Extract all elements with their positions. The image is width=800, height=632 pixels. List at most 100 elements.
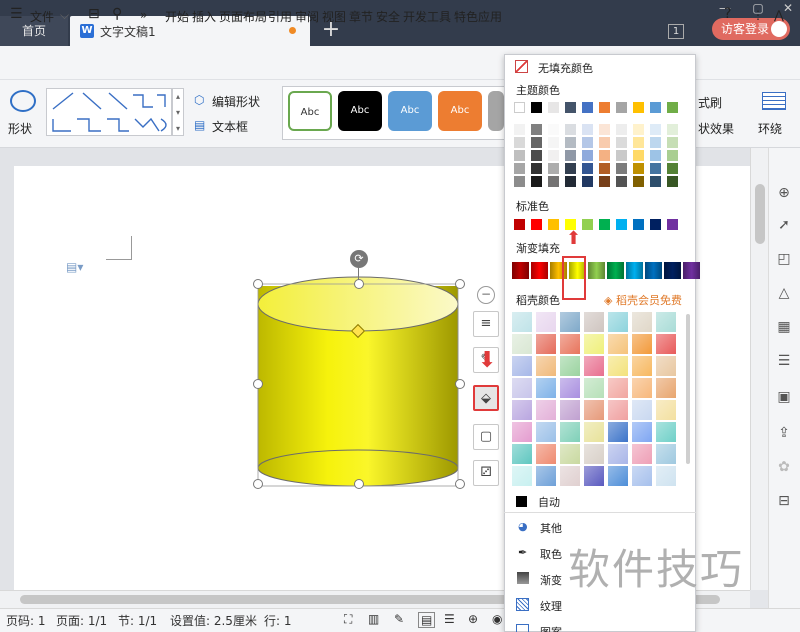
theme-shade-swatch[interactable] bbox=[599, 150, 610, 161]
daoke-color-swatch[interactable] bbox=[632, 444, 652, 464]
share-icon[interactable]: ⇪ bbox=[775, 424, 793, 442]
gradient-fill-swatch[interactable] bbox=[683, 262, 700, 279]
style-black[interactable]: Abc bbox=[338, 91, 382, 131]
gradient-fill-swatch[interactable] bbox=[531, 262, 548, 279]
more-options-icon[interactable]: ⋮ bbox=[752, 8, 764, 22]
daoke-color-swatch[interactable] bbox=[584, 444, 604, 464]
theme-shade-swatch[interactable] bbox=[650, 137, 661, 148]
shape-button[interactable]: 形状 bbox=[8, 120, 32, 137]
daoke-color-swatch[interactable] bbox=[584, 378, 604, 398]
menu-reference[interactable]: 引用 bbox=[268, 8, 292, 25]
theme-shade-swatch[interactable] bbox=[633, 137, 644, 148]
daoke-color-swatch[interactable] bbox=[656, 466, 676, 486]
menu-chapter[interactable]: 章节 bbox=[349, 8, 373, 25]
standard-color-swatch[interactable] bbox=[633, 219, 644, 230]
table-icon[interactable]: ▦ bbox=[775, 318, 793, 336]
edit-shape-button[interactable]: 编辑形状 bbox=[212, 93, 260, 110]
theme-shade-swatch[interactable] bbox=[565, 150, 576, 161]
theme-color-swatch[interactable] bbox=[616, 102, 627, 113]
daoke-color-swatch[interactable] bbox=[536, 466, 556, 486]
pen-icon[interactable]: ✎ bbox=[394, 612, 404, 626]
standard-color-swatch[interactable] bbox=[667, 219, 678, 230]
other-colors-option[interactable]: 其他 bbox=[540, 520, 562, 536]
theme-shade-swatch[interactable] bbox=[633, 150, 644, 161]
standard-color-swatch[interactable] bbox=[514, 219, 525, 230]
gradient-fill-swatch[interactable] bbox=[588, 262, 605, 279]
daoke-color-swatch[interactable] bbox=[584, 356, 604, 376]
outline-view-icon[interactable]: ☰ bbox=[444, 612, 455, 626]
text-box-button[interactable]: 文本框 bbox=[212, 118, 248, 135]
text-box-icon[interactable]: ▤ bbox=[194, 118, 205, 132]
daoke-color-swatch[interactable] bbox=[632, 466, 652, 486]
theme-shade-swatch[interactable] bbox=[650, 176, 661, 187]
theme-color-swatch[interactable] bbox=[514, 102, 525, 113]
theme-shade-swatch[interactable] bbox=[548, 150, 559, 161]
menu-insert[interactable]: 插入 bbox=[192, 8, 216, 25]
resize-handle[interactable] bbox=[253, 279, 263, 289]
gradient-fill-swatch[interactable] bbox=[645, 262, 662, 279]
theme-shade-swatch[interactable] bbox=[531, 124, 542, 135]
daoke-color-swatch[interactable] bbox=[584, 312, 604, 332]
resize-handle[interactable] bbox=[455, 479, 465, 489]
hamburger-icon[interactable]: ☰ bbox=[10, 6, 23, 22]
more-icon[interactable]: » bbox=[140, 8, 147, 22]
shape-effect-button[interactable]: 状效果 bbox=[698, 120, 734, 137]
theme-shade-swatch[interactable] bbox=[633, 124, 644, 135]
daoke-color-swatch[interactable] bbox=[536, 378, 556, 398]
gradient-fill-swatch[interactable] bbox=[626, 262, 643, 279]
theme-shade-swatch[interactable] bbox=[667, 137, 678, 148]
daoke-color-swatch[interactable] bbox=[608, 334, 628, 354]
theme-shade-swatch[interactable] bbox=[650, 163, 661, 174]
theme-shade-swatch[interactable] bbox=[531, 137, 542, 148]
style-blue[interactable]: Abc bbox=[388, 91, 432, 131]
theme-shade-swatch[interactable] bbox=[548, 124, 559, 135]
daoke-color-swatch[interactable] bbox=[512, 400, 532, 420]
settings-sliders-icon[interactable]: ☰ bbox=[775, 352, 793, 370]
format-brush-button[interactable]: 式刷 bbox=[698, 94, 722, 111]
resize-handle[interactable] bbox=[354, 479, 364, 489]
theme-shade-swatch[interactable] bbox=[667, 176, 678, 187]
auto-color-option[interactable]: 自动 bbox=[538, 494, 560, 510]
theme-shade-swatch[interactable] bbox=[565, 124, 576, 135]
shapes-icon[interactable]: ◰ bbox=[775, 250, 793, 268]
daoke-color-swatch[interactable] bbox=[608, 356, 628, 376]
daoke-color-swatch[interactable] bbox=[656, 422, 676, 442]
archive-icon[interactable]: ⊟ bbox=[775, 492, 793, 510]
collapse-ribbon-icon[interactable]: ⋀ bbox=[774, 8, 784, 22]
daoke-color-swatch[interactable] bbox=[584, 334, 604, 354]
daoke-color-swatch[interactable] bbox=[584, 466, 604, 486]
daoke-color-swatch[interactable] bbox=[656, 334, 676, 354]
web-view-icon[interactable]: ⊕ bbox=[468, 612, 478, 626]
daoke-color-swatch[interactable] bbox=[656, 400, 676, 420]
theme-shade-swatch[interactable] bbox=[599, 137, 610, 148]
help-icon[interactable]: ? bbox=[724, 6, 731, 22]
theme-shade-swatch[interactable] bbox=[514, 150, 525, 161]
theme-color-swatch[interactable] bbox=[599, 102, 610, 113]
fill-bucket-button[interactable]: ⬙ bbox=[473, 385, 499, 411]
theme-shade-swatch[interactable] bbox=[633, 163, 644, 174]
daoke-color-swatch[interactable] bbox=[512, 356, 532, 376]
wrap-button[interactable]: 环绕 bbox=[758, 120, 782, 137]
wrap-icon[interactable] bbox=[762, 92, 786, 110]
daoke-color-swatch[interactable] bbox=[512, 422, 532, 442]
daoke-color-swatch[interactable] bbox=[632, 334, 652, 354]
theme-shade-swatch[interactable] bbox=[514, 124, 525, 135]
daoke-color-swatch[interactable] bbox=[536, 422, 556, 442]
resize-handle[interactable] bbox=[455, 379, 465, 389]
resize-handle[interactable] bbox=[354, 279, 364, 289]
layout-options-button[interactable]: ≡ bbox=[473, 311, 499, 337]
gallery-scroll[interactable]: ▴ ▾ ▾ bbox=[172, 88, 184, 136]
theme-shade-swatch[interactable] bbox=[650, 124, 661, 135]
daoke-color-swatch[interactable] bbox=[608, 444, 628, 464]
theme-shade-swatch[interactable] bbox=[514, 137, 525, 148]
theme-shade-swatch[interactable] bbox=[599, 124, 610, 135]
standard-color-swatch[interactable] bbox=[650, 219, 661, 230]
daoke-color-swatch[interactable] bbox=[608, 312, 628, 332]
theme-color-swatch[interactable] bbox=[633, 102, 644, 113]
daoke-color-swatch[interactable] bbox=[536, 444, 556, 464]
menu-special[interactable]: 特色应用 bbox=[454, 8, 502, 25]
image-icon[interactable]: ▣ bbox=[775, 388, 793, 406]
theme-shade-swatch[interactable] bbox=[667, 150, 678, 161]
style-gray[interactable] bbox=[488, 91, 504, 131]
daoke-color-swatch[interactable] bbox=[560, 444, 580, 464]
